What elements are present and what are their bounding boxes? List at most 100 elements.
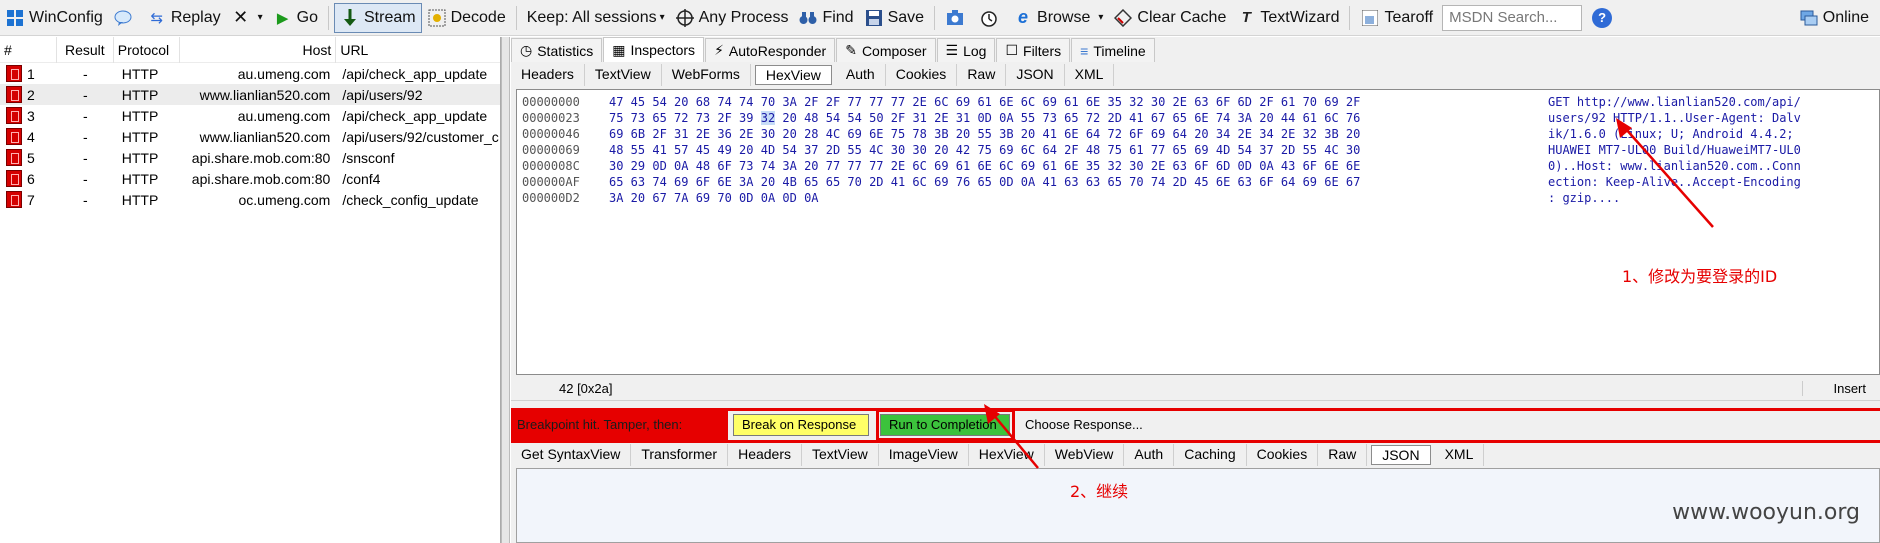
- hex-text: ik/1.6.0 (Linux; U; Android 4.4.2;: [1548, 127, 1794, 141]
- column-header-host[interactable]: Host: [180, 37, 337, 63]
- column-header-result[interactable]: Result: [57, 37, 114, 63]
- hex-bytes: 48 55 41 57 45 49 20 4D 54 37 2D 55 4C 3…: [609, 143, 1361, 157]
- textwizard-button[interactable]: T TextWizard: [1231, 3, 1344, 33]
- response-tab-xml[interactable]: XML: [1435, 444, 1485, 466]
- hex-text: : gzip....: [1548, 191, 1621, 205]
- network-icon: [1799, 8, 1819, 28]
- screenshot-button[interactable]: [940, 3, 974, 33]
- save-button[interactable]: Save: [859, 3, 929, 33]
- session-row[interactable]: 5 - HTTP api.share.mob.com:80/snsconf: [0, 147, 500, 168]
- session-result: -: [82, 107, 88, 124]
- tab-autoresponder[interactable]: ⚡ AutoResponder: [705, 38, 836, 62]
- crosshair-icon: [675, 8, 695, 28]
- main-toolbar: WinConfig ⇆ Replay ✕ ▾ ▶ Go Stream Decod…: [0, 0, 1880, 36]
- session-row[interactable]: 7 - HTTP oc.umeng.com/check_config_update: [0, 189, 500, 210]
- request-tab-cookies[interactable]: Cookies: [886, 64, 958, 86]
- watermark: www.wooyun.org: [1672, 500, 1860, 525]
- go-button[interactable]: ▶ Go: [268, 3, 323, 33]
- request-tab-auth[interactable]: Auth: [836, 64, 886, 86]
- tab-filters[interactable]: ☐ Filters: [996, 38, 1071, 62]
- session-protocol: HTTP: [121, 128, 159, 145]
- cursor-position: 42 [0x2a]: [559, 381, 613, 396]
- hex-text: ection: Keep-Alive..Accept-Encoding: [1548, 175, 1801, 189]
- response-inspector-tabs: Get SyntaxView Transformer Headers TextView…: [511, 444, 1485, 466]
- session-row[interactable]: 3 - HTTP au.umeng.com/api/check_app_update: [0, 105, 500, 126]
- find-button[interactable]: Find: [793, 3, 858, 33]
- any-process-button[interactable]: Any Process: [670, 3, 794, 33]
- breakpoint-bar-highlight: [511, 408, 1880, 443]
- tab-inspectors[interactable]: ▦ Inspectors: [603, 37, 705, 62]
- response-tab-get-syntaxview[interactable]: Get SyntaxView: [511, 444, 632, 466]
- replay-button[interactable]: ⇆ Replay: [142, 3, 226, 33]
- session-host: au.umeng.com: [237, 65, 331, 82]
- response-tab-webview[interactable]: WebView: [1045, 444, 1125, 466]
- session-host: www.lianlian520.com: [199, 86, 331, 103]
- request-tab-xml[interactable]: XML: [1065, 64, 1115, 86]
- column-header-protocol[interactable]: Protocol: [114, 37, 180, 63]
- tab-composer[interactable]: ✎ Composer: [836, 38, 936, 62]
- stream-icon: [340, 8, 360, 28]
- breakpoint-icon: [6, 65, 22, 82]
- remove-button[interactable]: ✕ ▾: [226, 3, 268, 33]
- stream-button[interactable]: Stream: [334, 2, 422, 33]
- response-tab-auth[interactable]: Auth: [1124, 444, 1175, 466]
- help-icon[interactable]: ?: [1592, 7, 1613, 28]
- request-tab-hexview[interactable]: HexView: [754, 65, 832, 85]
- msdn-search-input[interactable]: MSDN Search...: [1442, 4, 1583, 31]
- response-tab-hexview[interactable]: HexView: [969, 444, 1045, 466]
- play-icon: ▶: [276, 9, 289, 27]
- comment-button[interactable]: [108, 3, 142, 33]
- request-tab-json[interactable]: JSON: [1006, 64, 1065, 86]
- session-number: 5: [0, 149, 57, 166]
- session-url: /api/users/92/customer_c: [342, 128, 499, 145]
- response-tab-headers[interactable]: Headers: [728, 444, 802, 466]
- tearoff-button[interactable]: Tearoff: [1355, 3, 1438, 33]
- breakpoint-icon: [6, 107, 22, 124]
- response-tab-transformer[interactable]: Transformer: [631, 444, 729, 466]
- response-tab-textview[interactable]: TextView: [802, 444, 879, 466]
- tab-statistics[interactable]: ◷ Statistics: [511, 38, 603, 62]
- response-tab-raw[interactable]: Raw: [1318, 444, 1368, 466]
- session-row[interactable]: 1 - HTTP au.umeng.com/api/check_app_update: [0, 63, 500, 84]
- hex-selection: 32: [760, 111, 776, 125]
- session-row[interactable]: 2 - HTTP www.lianlian520.com/api/users/92: [0, 84, 500, 105]
- session-number-text: 6: [27, 170, 35, 187]
- hex-bytes: 75 73 65 72 73 2F 39 32 20 48 54 54 50 2…: [609, 111, 1361, 125]
- log-icon: ☰: [945, 42, 959, 58]
- request-tab-raw[interactable]: Raw: [957, 64, 1007, 86]
- response-tab-cookies[interactable]: Cookies: [1247, 444, 1319, 466]
- browse-button[interactable]: e Browse ▾: [1008, 3, 1108, 33]
- keep-sessions-dropdown[interactable]: Keep: All sessions ▾: [522, 3, 670, 33]
- hex-offset: 00000069: [522, 143, 580, 157]
- response-tab-imageview[interactable]: ImageView: [879, 444, 969, 466]
- column-header-number[interactable]: #: [0, 37, 57, 63]
- hexview-editor[interactable]: 00000000 47 45 54 20 68 74 74 70 3A 2F 2F…: [516, 89, 1880, 375]
- textwizard-icon: T: [1241, 9, 1251, 26]
- pane-splitter[interactable]: [501, 37, 510, 543]
- session-protocol: HTTP: [121, 65, 159, 82]
- tab-log[interactable]: ☰ Log: [936, 38, 996, 62]
- session-host: api.share.mob.com:80: [191, 149, 331, 166]
- session-protocol: HTTP: [121, 107, 159, 124]
- response-tab-caching[interactable]: Caching: [1174, 444, 1247, 466]
- session-result: -: [82, 128, 88, 145]
- hex-bytes: 65 63 74 69 6F 6E 3A 20 4B 65 65 70 2D 4…: [609, 175, 1361, 189]
- request-tab-headers[interactable]: Headers: [511, 64, 585, 86]
- column-header-url[interactable]: URL: [336, 37, 500, 63]
- tab-timeline[interactable]: ≡ Timeline: [1071, 38, 1155, 62]
- chevron-down-icon: ▾: [257, 12, 263, 23]
- request-tab-textview[interactable]: TextView: [585, 64, 662, 86]
- stream-label: Stream: [364, 8, 416, 26]
- timer-button[interactable]: [974, 3, 1008, 33]
- request-tab-webforms[interactable]: WebForms: [662, 64, 751, 86]
- clear-cache-button[interactable]: Clear Cache: [1108, 3, 1231, 33]
- response-tab-json[interactable]: JSON: [1371, 445, 1431, 465]
- session-row[interactable]: 6 - HTTP api.share.mob.com:80/conf4: [0, 168, 500, 189]
- hex-status-bar: 42 [0x2a] Insert: [511, 377, 1880, 401]
- run-to-completion-highlight: [876, 409, 1015, 441]
- hex-bytes: 47 45 54 20 68 74 74 70 3A 2F 2F 77 77 7…: [609, 95, 1361, 109]
- textwizard-label: TextWizard: [1260, 8, 1340, 26]
- winconfig-button[interactable]: WinConfig: [0, 3, 108, 33]
- decode-button[interactable]: Decode: [422, 3, 511, 33]
- session-row[interactable]: 4 - HTTP www.lianlian520.com/api/users/92/c…: [0, 126, 500, 147]
